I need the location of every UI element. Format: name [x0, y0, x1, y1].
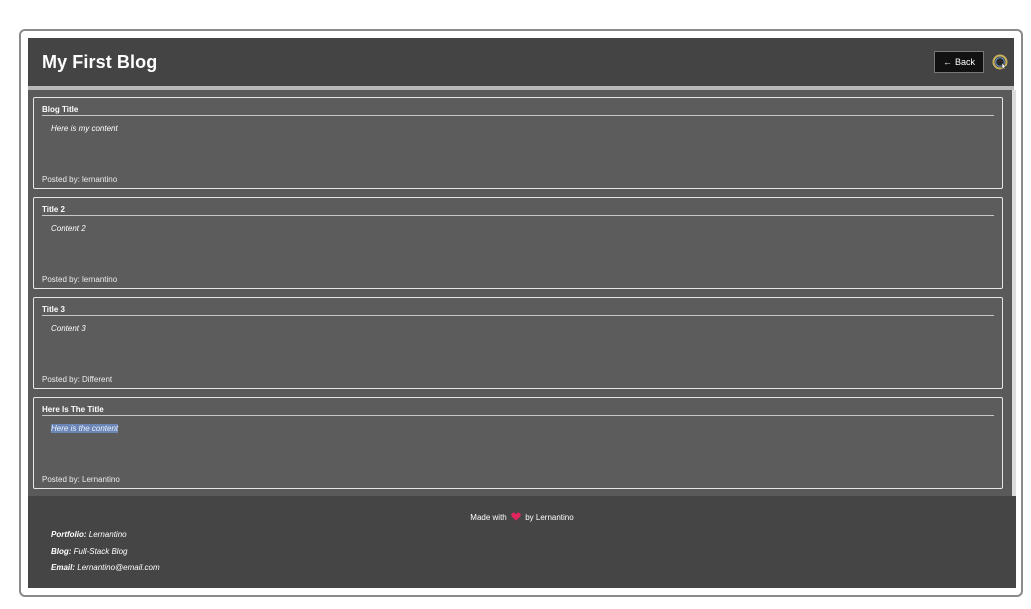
heart-icon: [511, 512, 521, 521]
post-divider: [42, 115, 994, 116]
post-card[interactable]: Title 3 Content 3 Posted by: Different: [33, 297, 1003, 389]
post-card[interactable]: Title 2 Content 2 Posted by: lernantino: [33, 197, 1003, 289]
blog-label: Blog:: [51, 547, 72, 556]
post-author: Posted by: Lernantino: [42, 475, 120, 484]
logout-icon[interactable]: [992, 54, 1008, 70]
blog-link[interactable]: Full-Stack Blog: [74, 547, 128, 556]
footer-portfolio: Portfolio: Lernantino: [51, 530, 127, 539]
post-author: Posted by: lernantino: [42, 275, 118, 284]
made-with-suffix: by Lernantino: [525, 513, 574, 522]
post-card[interactable]: Blog Title Here is my content Posted by:…: [33, 97, 1003, 189]
posts-container[interactable]: Blog Title Here is my content Posted by:…: [28, 90, 1012, 496]
header-actions: ← Back: [933, 51, 1008, 73]
arrow-left-icon: ←: [942, 57, 952, 67]
portfolio-link[interactable]: Lernantino: [89, 530, 127, 539]
post-content: Content 3: [51, 324, 86, 333]
site-header: My First Blog ← Back: [28, 38, 1014, 86]
browser-frame: My First Blog ← Back Blog Title Here is …: [19, 29, 1023, 597]
post-divider: [42, 315, 994, 316]
post-author: Posted by: lernantino: [42, 175, 118, 184]
post-title[interactable]: Title 2: [42, 205, 65, 214]
site-footer: Made with by Lernantino Portfolio: Lerna…: [28, 496, 1016, 588]
email-link[interactable]: Lernantino@email.com: [77, 563, 159, 572]
post-content: Content 2: [51, 224, 86, 233]
post-content: Here is the content: [51, 424, 119, 433]
post-divider: [42, 215, 994, 216]
back-button[interactable]: ← Back: [933, 51, 984, 73]
post-content: Here is my content: [51, 124, 118, 133]
post-title[interactable]: Title 3: [42, 305, 65, 314]
post-card[interactable]: Here Is The Title Here is the content Po…: [33, 397, 1003, 489]
back-button-label: Back: [954, 57, 975, 67]
post-title[interactable]: Here Is The Title: [42, 405, 104, 414]
scrollbar[interactable]: [1012, 90, 1016, 496]
portfolio-label: Portfolio:: [51, 530, 87, 539]
page-title: My First Blog: [42, 51, 158, 72]
footer-blog: Blog: Full-Stack Blog: [51, 547, 127, 556]
post-author: Posted by: Different: [42, 375, 113, 384]
made-with-credit: Made with by Lernantino: [28, 512, 1016, 522]
footer-email: Email: Lernantino@email.com: [51, 563, 160, 572]
email-label: Email:: [51, 563, 76, 572]
post-divider: [42, 415, 994, 416]
made-with-prefix: Made with: [470, 513, 507, 522]
post-title[interactable]: Blog Title: [42, 105, 78, 114]
